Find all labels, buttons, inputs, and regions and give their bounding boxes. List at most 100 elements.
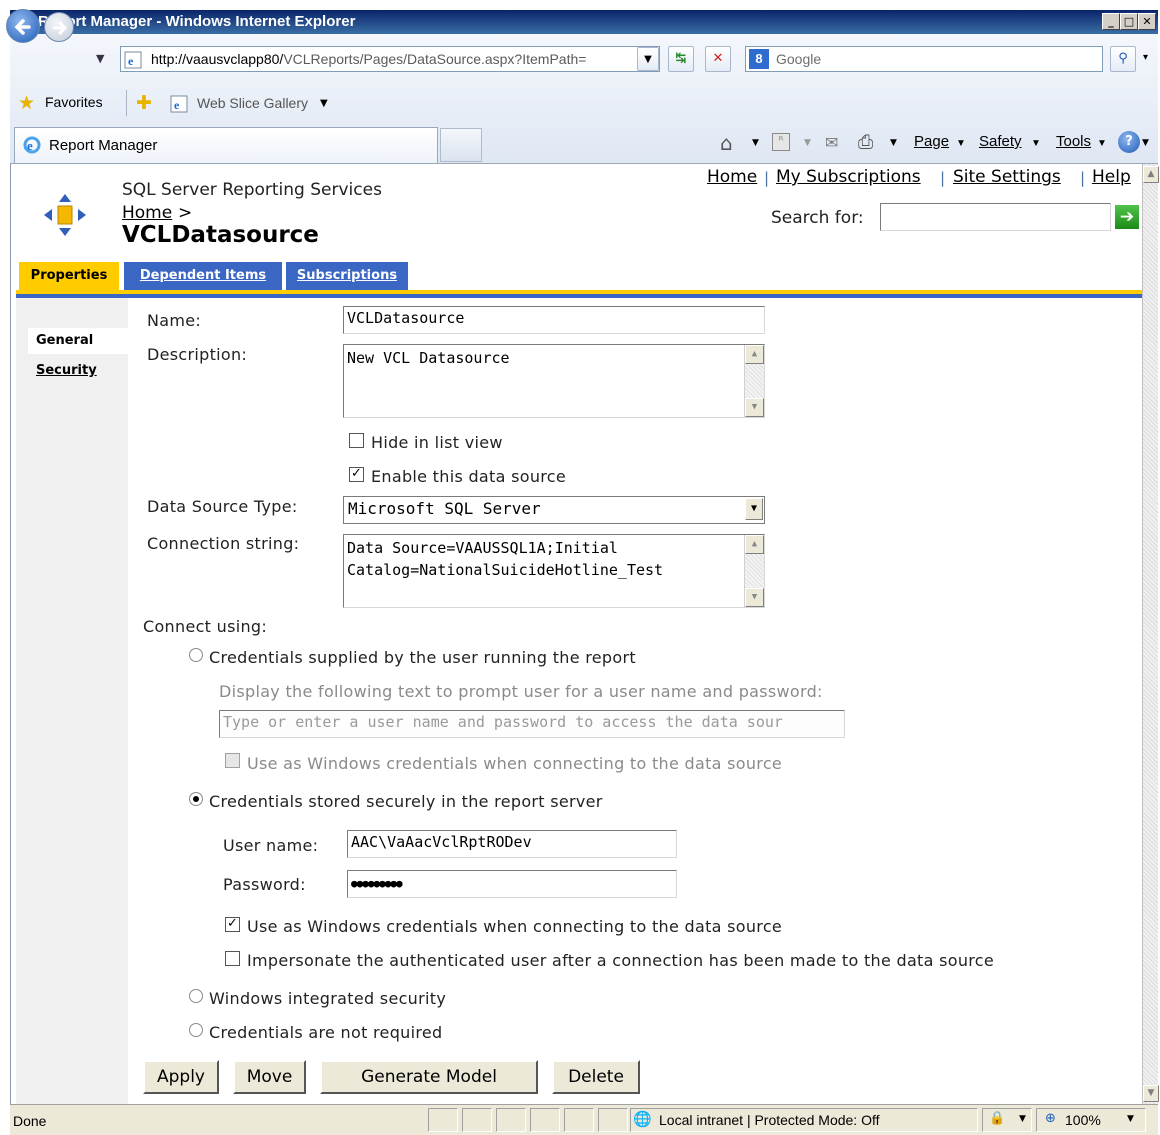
connection-string-textarea[interactable]: Data Source=VAAUSSQL1A;Initial Catalog=N… <box>343 534 765 608</box>
connection-string-label: Connection string: <box>147 534 300 553</box>
connection-string-scrollbar[interactable]: ▲ ▼ <box>744 535 764 607</box>
search-go-icon[interactable]: ⚲ <box>1110 46 1136 72</box>
radio-user-supplied[interactable] <box>189 648 203 662</box>
minimize-button[interactable]: _ <box>1102 13 1120 30</box>
maximize-button[interactable]: □ <box>1120 13 1138 30</box>
web-slice-icon: e <box>170 95 188 117</box>
tab-ie-icon: e <box>23 136 41 158</box>
mail-icon[interactable]: ✉ <box>825 133 838 152</box>
feeds-dropdown-icon[interactable]: ▼ <box>804 138 811 148</box>
address-bar[interactable]: http://vaausvclapp80/VCLReports/Pages/Da… <box>120 46 660 72</box>
intranet-globe-icon: 🌐 <box>633 1110 652 1128</box>
name-input[interactable]: VCLDatasource <box>343 306 765 334</box>
search-input[interactable] <box>880 203 1111 231</box>
data-source-type-select[interactable]: Microsoft SQL Server ▼ <box>343 496 765 524</box>
data-source-type-label: Data Source Type: <box>147 497 298 516</box>
scroll-down-icon[interactable]: ▼ <box>745 398 764 417</box>
back-button[interactable] <box>6 9 40 43</box>
print-dropdown-icon[interactable]: ▼ <box>890 138 897 148</box>
name-label: Name: <box>147 311 202 330</box>
radio-integrated-security-label: Windows integrated security <box>209 989 447 1008</box>
apply-button[interactable]: Apply <box>143 1060 219 1094</box>
page-scrollbar[interactable]: ▲ ▼ <box>1142 164 1159 1104</box>
impersonate-checkbox[interactable] <box>225 951 240 966</box>
page-menu[interactable]: Page <box>914 133 949 150</box>
enable-data-source-checkbox[interactable]: ✓ <box>349 467 364 482</box>
search-options-icon[interactable]: ▾ <box>1143 52 1148 63</box>
address-path: VCLReports/Pages/DataSource.aspx?ItemPat… <box>283 51 587 67</box>
zoom-cell[interactable]: ⊕ 100% ▼ <box>1036 1108 1146 1132</box>
breadcrumb-home-link[interactable]: Home <box>122 203 172 223</box>
scroll-up-icon[interactable]: ▲ <box>1143 166 1159 183</box>
security-zone[interactable]: 🌐 Local intranet | Protected Mode: Off <box>630 1108 978 1132</box>
scroll-up-icon[interactable]: ▲ <box>745 535 764 554</box>
status-cell <box>496 1108 526 1132</box>
top-link-home[interactable]: Home <box>707 167 757 187</box>
link-separator: | <box>940 169 946 187</box>
browser-tab[interactable]: e Report Manager <box>14 127 438 163</box>
search-provider-input[interactable]: Google <box>745 46 1103 72</box>
stop-icon[interactable]: ✕ <box>705 46 731 72</box>
chevron-down-icon[interactable]: ▼ <box>1019 1114 1026 1124</box>
home-icon[interactable]: ⌂ <box>720 131 733 155</box>
radio-not-required-label: Credentials are not required <box>209 1023 443 1042</box>
hide-in-list-label: Hide in list view <box>371 433 503 452</box>
help-icon[interactable]: ? <box>1118 131 1140 153</box>
forward-button[interactable] <box>44 12 74 42</box>
tab-subscriptions[interactable]: Subscriptions <box>286 262 408 290</box>
web-slice-gallery-link[interactable]: Web Slice Gallery <box>197 95 308 111</box>
generate-model-button[interactable]: Generate Model <box>320 1060 538 1094</box>
delete-button[interactable]: Delete <box>552 1060 640 1094</box>
ssrs-logo-icon <box>42 192 88 242</box>
history-dropdown-icon[interactable]: ▼ <box>96 52 104 65</box>
new-tab-button[interactable] <box>440 128 482 162</box>
user-windows-creds-checkbox[interactable] <box>225 753 240 768</box>
hide-in-list-checkbox[interactable] <box>349 433 364 448</box>
move-button[interactable]: Move <box>233 1060 306 1094</box>
tab-properties[interactable]: Properties <box>19 262 119 290</box>
stored-windows-creds-checkbox[interactable]: ✓ <box>225 917 240 932</box>
favorites-star-icon: ★ <box>18 92 36 114</box>
address-dropdown-icon[interactable]: ▼ <box>637 47 659 71</box>
refresh-icon[interactable]: ↹ <box>668 46 694 72</box>
favorites-button[interactable]: Favorites <box>45 94 103 110</box>
description-textarea[interactable]: New VCL Datasource ▲ ▼ <box>343 344 765 418</box>
window-titlebar: e Report Manager - Windows Internet Expl… <box>10 10 1158 34</box>
web-slice-dropdown-icon[interactable]: ▼ <box>320 98 328 109</box>
protected-mode-cell[interactable]: 🔒 ▼ <box>982 1108 1032 1132</box>
nav-general[interactable]: General <box>28 328 128 354</box>
close-window-button[interactable]: ✕ <box>1138 13 1156 30</box>
user-windows-creds-label: Use as Windows credentials when connecti… <box>247 754 783 773</box>
top-link-help[interactable]: Help <box>1092 167 1131 187</box>
radio-integrated-security[interactable] <box>189 989 203 1003</box>
username-label: User name: <box>223 836 319 855</box>
description-scrollbar[interactable]: ▲ ▼ <box>744 345 764 417</box>
prompt-text-input[interactable]: Type or enter a user name and password t… <box>219 710 845 738</box>
tab-dependent-items[interactable]: Dependent Items <box>124 262 282 290</box>
password-label: Password: <box>223 875 306 894</box>
password-input[interactable]: ●●●●●●●●● <box>347 870 677 898</box>
chevron-down-icon[interactable]: ▼ <box>745 498 763 520</box>
page-title: VCLDatasource <box>122 222 319 248</box>
top-link-my-subscriptions[interactable]: My Subscriptions <box>776 167 921 187</box>
scroll-up-icon[interactable]: ▲ <box>745 345 764 364</box>
radio-stored-credentials[interactable] <box>189 792 203 806</box>
search-go-arrow-icon[interactable]: ➔ <box>1115 205 1139 229</box>
tools-menu[interactable]: Tools <box>1056 133 1091 150</box>
zoom-level: 100% <box>1065 1112 1101 1128</box>
svg-text:e: e <box>128 54 134 68</box>
username-input[interactable]: AAC\VaAacVclRptRODev <box>347 830 677 858</box>
home-dropdown-icon[interactable]: ▼ <box>752 138 759 148</box>
feeds-icon[interactable]: ᴿ <box>772 133 790 151</box>
scroll-down-icon[interactable]: ▼ <box>745 588 764 607</box>
nav-security[interactable]: Security <box>36 363 97 378</box>
help-dropdown-icon[interactable]: ▼ <box>1142 138 1149 148</box>
chevron-down-icon[interactable]: ▼ <box>1127 1114 1134 1124</box>
top-link-site-settings[interactable]: Site Settings <box>953 167 1061 187</box>
print-icon[interactable]: ⎙ <box>858 131 873 153</box>
scroll-down-icon[interactable]: ▼ <box>1143 1085 1159 1102</box>
status-cell <box>462 1108 492 1132</box>
safety-menu[interactable]: Safety <box>979 133 1022 150</box>
add-favorite-icon[interactable]: ✚ <box>136 92 152 114</box>
radio-not-required[interactable] <box>189 1023 203 1037</box>
